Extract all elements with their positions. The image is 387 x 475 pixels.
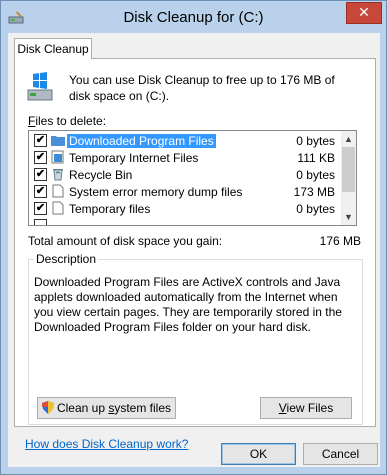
item-size: 0 bytes xyxy=(296,168,335,182)
item-size: 173 MB xyxy=(293,185,335,199)
uac-shield-icon xyxy=(41,401,54,414)
dialog-client-area: Disk Cleanup You can use Disk Cleanup to… xyxy=(8,33,380,467)
item-name: Temporary Internet Files xyxy=(69,151,199,165)
clean-up-system-files-button[interactable]: Clean up system files xyxy=(37,397,176,419)
list-item-partial[interactable] xyxy=(29,217,341,225)
checkbox[interactable]: ✔ xyxy=(34,151,47,164)
checkbox[interactable]: ✔ xyxy=(34,185,47,198)
view-label-post: iew Files xyxy=(286,401,334,415)
view-files-button[interactable]: View Files xyxy=(260,397,352,419)
scroll-down-icon[interactable]: ▼ xyxy=(341,209,356,225)
total-gain-label: Total amount of disk space you gain: xyxy=(28,234,223,248)
scroll-up-icon[interactable]: ▲ xyxy=(341,131,356,147)
scroll-thumb[interactable] xyxy=(342,147,355,192)
tab-disk-cleanup[interactable]: Disk Cleanup xyxy=(14,38,92,59)
ok-button[interactable]: OK xyxy=(221,443,296,465)
description-title: Description xyxy=(34,252,99,266)
intro-text: You can use Disk Cleanup to free up to 1… xyxy=(69,73,335,103)
item-size: 0 bytes xyxy=(296,202,335,216)
tab-panel: You can use Disk Cleanup to free up to 1… xyxy=(14,58,376,427)
list-item-temporary-internet-files[interactable]: ✔ Temporary Internet Files 111 KB xyxy=(29,149,341,166)
cleanup-label-post: ystem files xyxy=(114,401,172,415)
help-link[interactable]: How does Disk Cleanup work? xyxy=(25,437,188,451)
close-button[interactable]: ✕ xyxy=(346,2,382,24)
list-item-system-error-memory-dump-files[interactable]: ✔ System error memory dump files 173 MB xyxy=(29,183,341,200)
item-name: Downloaded Program Files xyxy=(67,134,216,148)
checkbox[interactable]: ✔ xyxy=(34,168,47,181)
item-name: System error memory dump files xyxy=(69,185,243,199)
files-label-rest: iles to delete: xyxy=(35,114,107,128)
close-icon: ✕ xyxy=(358,4,370,20)
total-gain-value: 176 MB xyxy=(319,234,361,248)
disk-windows-icon xyxy=(27,72,53,101)
item-size: 0 bytes xyxy=(296,134,335,148)
item-name: Temporary files xyxy=(69,202,151,216)
checkbox[interactable]: ✔ xyxy=(34,202,47,215)
cleanup-label-pre: Clean up xyxy=(56,401,109,415)
checkbox[interactable]: ✔ xyxy=(34,134,47,147)
view-label-accel: V xyxy=(278,401,287,415)
list-item-temporary-files[interactable]: ✔ Temporary files 0 bytes xyxy=(29,200,341,217)
recycle-bin-icon xyxy=(53,169,63,181)
list-item-recycle-bin[interactable]: ✔ Recycle Bin 0 bytes xyxy=(29,166,341,183)
cancel-button[interactable]: Cancel xyxy=(303,443,378,465)
file-icon xyxy=(52,201,64,215)
list-item-downloaded-program-files[interactable]: ✔ Downloaded Program Files 0 bytes xyxy=(29,132,341,149)
item-name: Recycle Bin xyxy=(69,168,133,182)
list-scrollbar[interactable]: ▲ ▼ xyxy=(341,131,356,225)
title-bar[interactable]: Disk Cleanup for (C:) ✕ xyxy=(1,1,386,33)
file-icon xyxy=(52,184,64,198)
files-to-delete-label: Files to delete: xyxy=(28,114,106,128)
checkbox[interactable] xyxy=(34,219,47,225)
internet-files-icon xyxy=(51,150,64,164)
description-text: Downloaded Program Files are ActiveX con… xyxy=(34,275,342,334)
folder-icon xyxy=(51,136,65,146)
item-size: 111 KB xyxy=(297,151,335,165)
disk-cleanup-window: Disk Cleanup for (C:) ✕ Disk Cleanup You… xyxy=(0,0,387,475)
files-to-delete-list[interactable]: ✔ Downloaded Program Files 0 bytes ✔ Tem… xyxy=(28,130,357,226)
window-title: Disk Cleanup for (C:) xyxy=(123,9,264,26)
